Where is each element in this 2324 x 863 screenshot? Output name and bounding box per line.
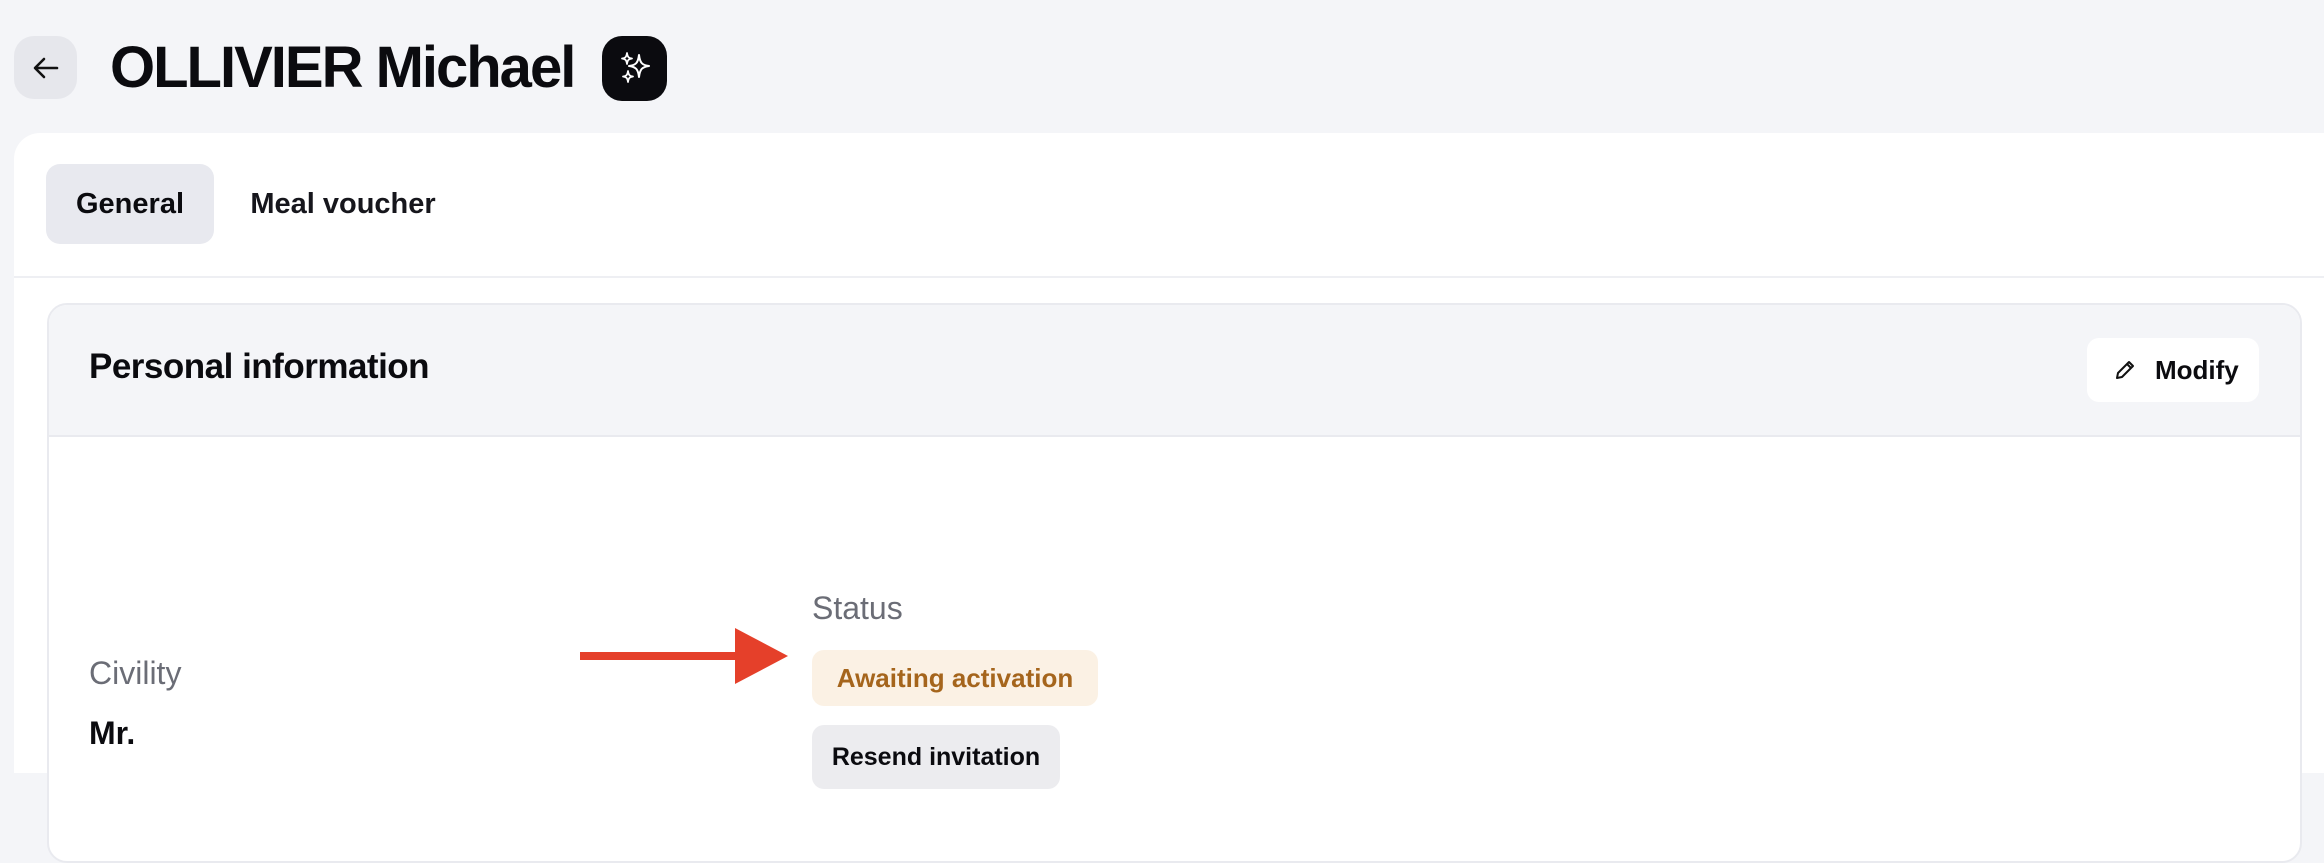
sparkles-icon (620, 51, 650, 83)
resend-invitation-button[interactable]: Resend invitation (812, 725, 1060, 789)
tab-meal-voucher[interactable]: Meal voucher (240, 164, 446, 244)
modify-label: Modify (2155, 354, 2239, 385)
section-title: Personal information (89, 347, 430, 386)
back-button[interactable] (14, 36, 77, 99)
employee-card: General Meal voucher Personal informatio… (14, 133, 2324, 863)
page-header: OLLIVIER Michael (0, 0, 2324, 133)
modify-button[interactable]: Modify (2087, 338, 2259, 402)
civility-value: Mr. (89, 715, 136, 751)
ai-assistant-button[interactable] (602, 36, 667, 101)
tab-general[interactable]: General (46, 164, 214, 244)
pencil-icon (2116, 361, 2134, 379)
personal-information-section: Personal information Modify Civility Mr.… (47, 303, 2302, 863)
red-arrow-icon (580, 628, 788, 684)
section-header: Personal information Modify (49, 305, 2300, 437)
status-label: Status (812, 590, 903, 626)
tab-bar: General Meal voucher (14, 133, 2324, 278)
arrow-left-icon (33, 57, 58, 78)
page-title: OLLIVIER Michael (110, 35, 576, 100)
status-badge: Awaiting activation (812, 650, 1098, 706)
civility-label: Civility (89, 655, 182, 691)
